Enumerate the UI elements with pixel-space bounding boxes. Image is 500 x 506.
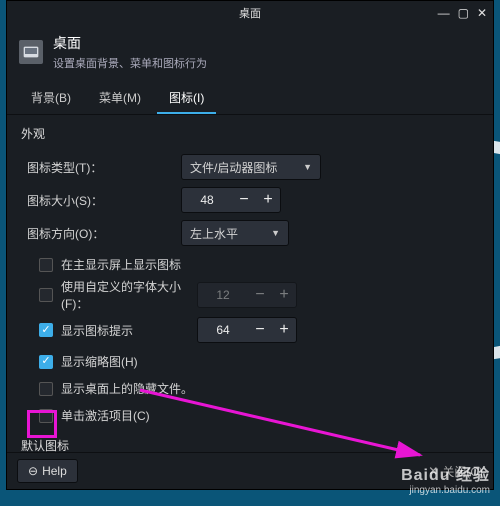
default-icons-section-header: 默认图标 — [21, 437, 479, 452]
titlebar: 桌面 — ▢ ✕ — [7, 1, 493, 25]
icon-orient-combo[interactable]: 左上水平 ▼ — [181, 220, 289, 246]
show-hidden-label: 显示桌面上的隐藏文件。 — [61, 380, 193, 397]
custom-font-checkbox[interactable] — [39, 288, 53, 302]
show-tooltips-label: 显示图标提示 — [61, 322, 133, 339]
close-button[interactable]: ✕ 关闭(C) — [428, 463, 483, 480]
page-subtitle: 设置桌面背景、菜单和图标行为 — [53, 55, 207, 71]
single-click-label: 单击激活项目(C) — [61, 407, 150, 424]
tab-icons[interactable]: 图标(I) — [157, 83, 216, 114]
decrement-button[interactable]: − — [232, 191, 256, 209]
maximize-button[interactable]: ▢ — [458, 6, 469, 20]
close-icon: ✕ — [428, 464, 438, 478]
icon-type-label: 图标类型(T)： — [21, 159, 181, 176]
help-button[interactable]: ⊖ Help — [17, 459, 78, 483]
tab-bar: 背景(B) 菜单(M) 图标(I) — [7, 83, 493, 115]
window-title: 桌面 — [239, 5, 261, 21]
icon-size-label: 图标大小(S)： — [21, 192, 181, 209]
show-thumbnails-checkbox[interactable] — [39, 355, 53, 369]
show-on-primary-checkbox[interactable] — [39, 258, 53, 272]
footer: ⊖ Help ✕ 关闭(C) — [7, 452, 493, 489]
icon-size-spinner[interactable]: 48 − + — [181, 187, 281, 213]
custom-font-label: 使用自定义的字体大小(F)： — [61, 278, 197, 312]
close-window-button[interactable]: ✕ — [477, 6, 487, 20]
increment-button: + — [272, 286, 296, 304]
chevron-down-icon: ▼ — [271, 228, 280, 238]
icon-orient-label: 图标方向(O)： — [21, 225, 181, 242]
show-tooltips-checkbox[interactable] — [39, 323, 53, 337]
show-thumbnails-label: 显示缩略图(H) — [61, 353, 138, 370]
increment-button[interactable]: + — [256, 191, 280, 209]
page-title: 桌面 — [53, 33, 207, 53]
desktop-icon — [19, 40, 43, 64]
minimize-button[interactable]: — — [438, 6, 450, 20]
decrement-button[interactable]: − — [248, 321, 272, 339]
tab-menu[interactable]: 菜单(M) — [87, 83, 153, 114]
help-icon: ⊖ — [28, 464, 38, 478]
icon-type-combo[interactable]: 文件/启动器图标 ▼ — [181, 154, 321, 180]
appearance-section-header: 外观 — [21, 125, 479, 142]
single-click-checkbox[interactable] — [39, 409, 53, 423]
decrement-button: − — [248, 286, 272, 304]
show-hidden-checkbox[interactable] — [39, 382, 53, 396]
show-on-primary-label: 在主显示屏上显示图标 — [61, 256, 181, 273]
desktop-settings-window: 桌面 — ▢ ✕ 桌面 设置桌面背景、菜单和图标行为 背景(B) 菜单(M) 图… — [6, 0, 494, 490]
custom-font-spinner: 12 − + — [197, 282, 297, 308]
increment-button[interactable]: + — [272, 321, 296, 339]
tab-background[interactable]: 背景(B) — [19, 83, 83, 114]
header: 桌面 设置桌面背景、菜单和图标行为 — [7, 25, 493, 83]
tooltip-size-spinner[interactable]: 64 − + — [197, 317, 297, 343]
chevron-down-icon: ▼ — [303, 162, 312, 172]
